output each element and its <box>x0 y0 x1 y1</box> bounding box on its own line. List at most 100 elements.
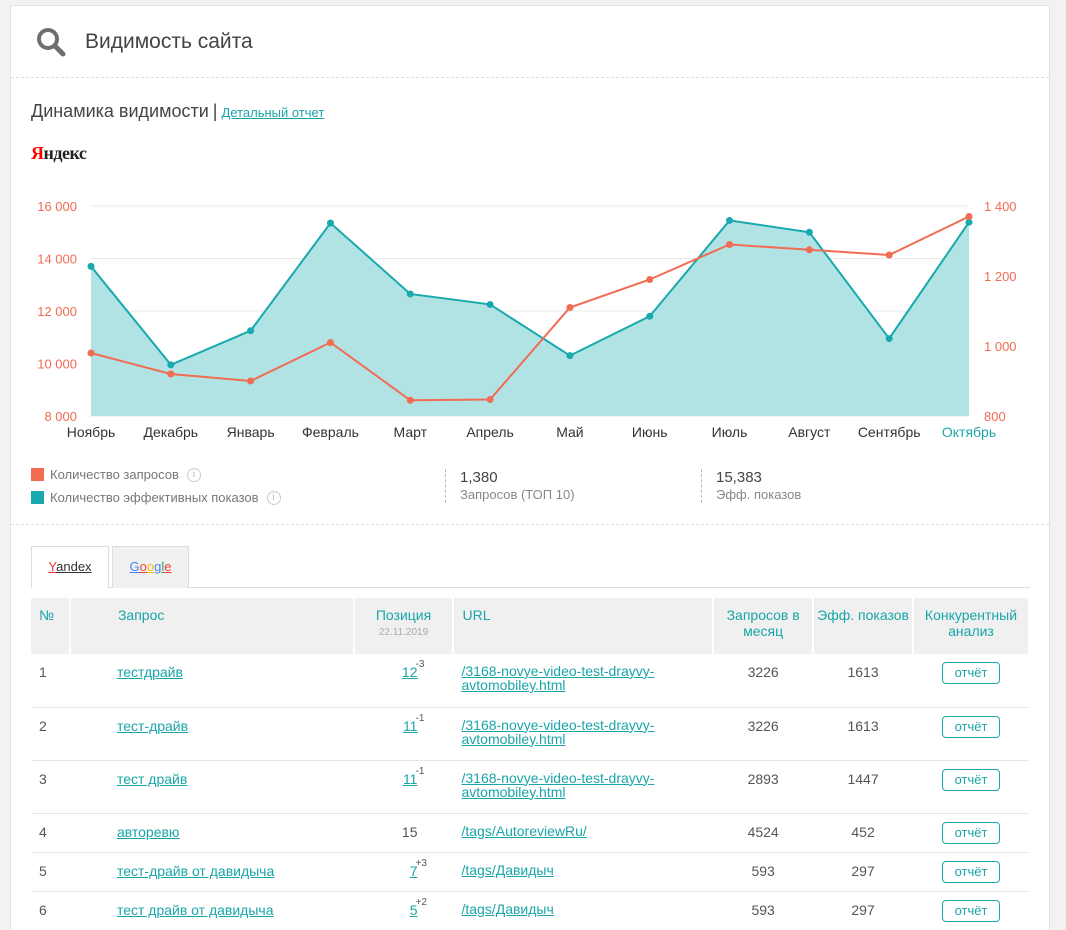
effective-cell: 1613 <box>813 707 913 761</box>
visibility-panel: Видимость сайта Динамика видимости | Детал… <box>10 5 1050 930</box>
position-delta: +3 <box>415 857 427 869</box>
section-title-text: Динамика видимости <box>31 101 209 121</box>
requests-point <box>965 213 973 220</box>
legend-item-effective[interactable]: Количество эффективных показов i <box>31 486 281 509</box>
requests-point <box>566 304 574 311</box>
x-tick-label: Сентябрь <box>858 424 921 440</box>
effective-point <box>885 335 893 343</box>
x-tick-label: Январь <box>227 424 275 440</box>
requests-cell: 593 <box>713 852 814 892</box>
table-row: 4 авторевю 15 /tags/AutoreviewRu/ 4524 4… <box>31 813 1029 853</box>
requests-cell: 593 <box>713 891 814 930</box>
x-tick-label: Март <box>394 424 428 440</box>
x-tick-label: Октябрь <box>942 424 996 440</box>
effective-cell: 297 <box>813 852 913 892</box>
info-icon[interactable]: i <box>186 467 201 482</box>
url-link[interactable]: /tags/Давидыч <box>461 862 553 878</box>
x-tick-label: Май <box>556 424 583 440</box>
requests-cell: 4524 <box>713 813 814 853</box>
requests-point <box>646 276 654 283</box>
query-link[interactable]: тестдрайв <box>117 664 183 680</box>
requests-point <box>326 339 334 346</box>
requests-point <box>87 349 95 357</box>
col-effective[interactable]: Эфф. показов <box>813 598 914 654</box>
url-link[interactable]: /3168-novye-video-test-drayvy-avtomobile… <box>461 663 654 693</box>
report-button[interactable]: отчёт <box>942 821 1000 844</box>
effective-point <box>805 228 813 236</box>
x-tick-label: Июнь <box>632 424 668 440</box>
legend-label-effective: Количество эффективных показов <box>50 490 259 505</box>
effective-point <box>566 352 574 360</box>
report-button[interactable]: отчёт <box>942 768 1000 791</box>
position-value: 15 <box>401 823 418 840</box>
stat-label: Запросов (ТОП 10) <box>460 487 575 502</box>
report-button[interactable]: отчёт <box>942 899 1000 922</box>
query-link[interactable]: тест драйв от давидыча <box>117 902 274 918</box>
requests-cell: 3226 <box>713 707 814 761</box>
requests-point <box>247 377 255 385</box>
table-row: 6 тест драйв от давидыча 5 +2 /tags/Давид… <box>31 891 1029 930</box>
requests-point <box>726 241 734 248</box>
url-link[interactable]: /3168-novye-video-test-drayvy-avtomobile… <box>461 717 654 747</box>
requests-point <box>406 396 414 404</box>
right-tick-label: 1 000 <box>984 339 1017 354</box>
right-tick-label: 1 200 <box>984 269 1017 284</box>
requests-point <box>805 246 813 254</box>
col-query[interactable]: Запрос <box>69 598 355 654</box>
left-tick-label: 14 000 <box>37 252 77 267</box>
panel-header: Видимость сайта <box>11 6 1049 78</box>
query-link[interactable]: тест-драйв от давидыча <box>117 863 274 879</box>
effective-point <box>247 327 255 335</box>
visibility-chart: 8 000 10 000 12 000 14 000 16 000 800 1 000 1 2… <box>37 199 1017 440</box>
table-header-row: № Запрос Позиция 22.11.2019 URL Запросов … <box>31 598 1030 654</box>
report-button[interactable]: отчёт <box>942 662 1000 684</box>
x-tick-label: Июль <box>712 424 748 440</box>
yandex-logo: Яндекс <box>31 143 87 163</box>
requests-point <box>885 251 893 259</box>
stat-effective: 15,383 Эфф. показов <box>701 469 801 503</box>
requests-point <box>486 396 494 404</box>
effective-cell: 452 <box>813 813 913 853</box>
effective-cell: 1613 <box>813 654 913 708</box>
legend-swatch-effective <box>31 491 44 504</box>
col-position[interactable]: Позиция 22.11.2019 <box>353 598 455 654</box>
legend-item-requests[interactable]: Количество запросов i <box>31 463 281 486</box>
chart-legend: Количество запросов i Количество эффекти… <box>31 463 281 509</box>
url-link[interactable]: /tags/AutoreviewRu/ <box>461 823 586 839</box>
x-tick-label: Август <box>788 424 831 440</box>
url-link[interactable]: /3168-novye-video-test-drayvy-avtomobile… <box>461 770 654 800</box>
query-link[interactable]: тест драйв <box>117 771 187 787</box>
right-tick-label: 800 <box>984 409 1006 424</box>
position-delta: -3 <box>415 659 425 670</box>
table-row: 2 тест-драйв 11 -1 /3168-novye-video-test… <box>31 707 1029 761</box>
effective-cell: 297 <box>813 891 913 930</box>
effective-area <box>91 220 969 416</box>
col-requests[interactable]: Запросов в месяц <box>713 598 815 654</box>
section-divider <box>11 524 1049 525</box>
queries-table: № Запрос Позиция 22.11.2019 URL Запросов … <box>31 598 1030 930</box>
x-tick-label: Декабрь <box>144 424 199 440</box>
report-button[interactable]: отчёт <box>942 715 1000 738</box>
col-url[interactable]: URL <box>453 598 715 654</box>
search-icon <box>37 27 66 56</box>
effective-point <box>406 290 414 298</box>
col-competitive: Конкурентный анализ <box>913 598 1030 654</box>
report-button[interactable]: отчёт <box>942 860 1000 883</box>
tab-yandex[interactable]: Yandex <box>31 546 109 588</box>
right-tick-label: 1 400 <box>984 199 1017 214</box>
stat-value: 15,383 <box>716 469 762 486</box>
tab-google[interactable]: Google <box>112 546 189 588</box>
query-link[interactable]: тест-драйв <box>117 718 188 734</box>
url-link[interactable]: /tags/Давидыч <box>461 901 553 917</box>
effective-point <box>167 361 175 369</box>
legend-swatch-requests <box>31 468 44 481</box>
col-num: № <box>31 598 71 654</box>
title-separator: | <box>212 101 218 121</box>
info-icon[interactable]: i <box>266 490 281 505</box>
x-tick-label: Апрель <box>466 424 514 440</box>
page-title: Видимость сайта <box>85 29 253 53</box>
effective-point <box>87 262 95 270</box>
detailed-report-link[interactable]: Детальный отчет <box>221 105 324 120</box>
query-link[interactable]: авторевю <box>117 824 179 840</box>
table-row: 1 тестдрайв 12 -3 /3168-novye-video-test-… <box>31 654 1029 708</box>
